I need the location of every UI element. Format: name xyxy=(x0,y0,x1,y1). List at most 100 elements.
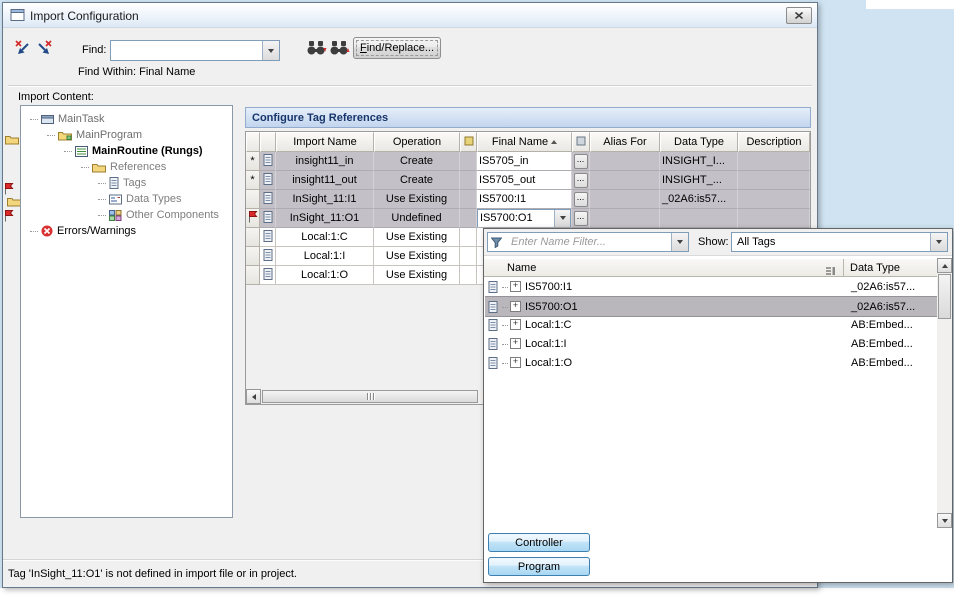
close-button[interactable] xyxy=(786,7,812,24)
alias-for-column-header[interactable]: Alias For xyxy=(590,132,660,152)
data-type-cell[interactable]: INSIGHT_I... xyxy=(660,152,738,171)
tag-list-item[interactable]: Local:1:C AB:Embed... xyxy=(485,315,937,334)
alias-for-cell[interactable] xyxy=(590,152,660,171)
alias-for-cell[interactable] xyxy=(590,209,660,228)
tag-list-item-selected[interactable]: IS5700:O1 _02A6:is57... xyxy=(485,296,937,317)
import-name-cell[interactable]: InSight_11:I1 xyxy=(276,190,374,209)
import-name-column-header[interactable]: Import Name xyxy=(276,132,374,152)
name-column-header[interactable]: Name xyxy=(507,262,536,274)
tree-item-maintask[interactable]: MainTask xyxy=(24,111,104,127)
operation-cell[interactable]: Use Existing xyxy=(374,190,460,209)
final-name-cell[interactable]: IS5705_in xyxy=(477,152,572,171)
grid-row[interactable]: InSight_11:O1 Undefined IS5700:O1 ... xyxy=(246,209,810,228)
folder-icon xyxy=(5,134,19,145)
operation-cell[interactable]: Undefined xyxy=(374,209,460,228)
show-dropdown-button[interactable] xyxy=(930,233,947,251)
final-name-cell[interactable]: IS5700:I1 xyxy=(477,190,572,209)
operation-column-header[interactable]: Operation xyxy=(374,132,460,152)
tag-icon-cell xyxy=(260,228,276,247)
final-name-cell: IS5700:O1 xyxy=(477,209,572,228)
find-combobox[interactable] xyxy=(110,40,280,61)
column-header-label: Description xyxy=(746,136,801,148)
expand-icon[interactable] xyxy=(510,281,521,292)
grid-row[interactable]: * insight11_out Create IS5705_out ... IN… xyxy=(246,171,810,190)
data-type-cell[interactable]: INSIGHT_... xyxy=(660,171,738,190)
operation-cell[interactable]: Create xyxy=(374,152,460,171)
find-previous-button[interactable] xyxy=(329,40,350,59)
alias-for-cell[interactable] xyxy=(590,190,660,209)
column-divider[interactable] xyxy=(843,259,844,277)
import-name-cell[interactable]: insight11_in xyxy=(276,152,374,171)
find-replace-button[interactable]: Find/Replace... xyxy=(353,37,441,59)
data-type-column-header[interactable]: Data Type xyxy=(660,132,738,152)
browse-button[interactable]: ... xyxy=(574,154,588,169)
expand-icon[interactable] xyxy=(510,357,521,368)
alias-for-cell[interactable] xyxy=(590,171,660,190)
tree-item-data-types[interactable]: Data Types xyxy=(24,191,181,207)
description-cell[interactable] xyxy=(738,209,810,228)
scrollbar-thumb[interactable] xyxy=(938,274,951,319)
description-column-header[interactable]: Description xyxy=(738,132,810,152)
browse-column-header[interactable] xyxy=(572,132,590,152)
description-cell[interactable] xyxy=(738,190,810,209)
final-name-combobox[interactable]: IS5700:O1 xyxy=(477,209,571,228)
tree-item-references[interactable]: References xyxy=(24,159,166,175)
filter-dropdown-button[interactable] xyxy=(671,233,688,251)
tag-list-item[interactable]: Local:1:O AB:Embed... xyxy=(485,353,937,372)
operation-cell[interactable]: Use Existing xyxy=(374,228,460,247)
program-button[interactable]: Program xyxy=(488,557,590,576)
operation-cell[interactable]: Use Existing xyxy=(374,266,460,285)
tree-item-mainprogram[interactable]: MainProgram xyxy=(24,127,142,143)
name-filter-combobox[interactable] xyxy=(487,232,689,252)
data-type-column-header[interactable]: Data Type xyxy=(850,262,900,274)
previous-marker-button[interactable] xyxy=(12,38,32,58)
browse-button[interactable]: ... xyxy=(574,192,588,207)
browse-button[interactable]: ... xyxy=(574,211,588,226)
name-filter-input[interactable] xyxy=(509,234,663,250)
column-header-label: Import Name xyxy=(293,136,357,148)
tag-list-item[interactable]: IS5700:I1 _02A6:is57... xyxy=(485,277,937,296)
background-window-fragment-top xyxy=(866,0,954,9)
tag-list-vertical-scrollbar[interactable] xyxy=(937,258,952,528)
marker-column-header[interactable] xyxy=(246,132,260,152)
find-input[interactable] xyxy=(113,45,259,60)
controller-button[interactable]: Controller xyxy=(488,533,590,552)
find-dropdown-button[interactable] xyxy=(262,41,279,60)
scroll-left-button[interactable] xyxy=(246,389,261,404)
operation-cell[interactable]: Create xyxy=(374,171,460,190)
tree-item-other-components[interactable]: Other Components xyxy=(24,207,219,223)
import-name-cell[interactable]: Local:1:O xyxy=(276,266,374,285)
tag-list-item[interactable]: Local:1:I AB:Embed... xyxy=(485,334,937,353)
scroll-up-button[interactable] xyxy=(937,258,952,273)
tree-item-tags[interactable]: Tags xyxy=(24,175,146,191)
expand-icon[interactable] xyxy=(510,301,521,312)
import-name-cell[interactable]: InSight_11:O1 xyxy=(276,209,374,228)
operation-cell[interactable]: Use Existing xyxy=(374,247,460,266)
final-name-icon-column-header[interactable] xyxy=(460,132,477,152)
import-name-cell[interactable]: Local:1:C xyxy=(276,228,374,247)
show-label: Show: xyxy=(698,236,729,248)
expand-icon[interactable] xyxy=(510,338,521,349)
browse-button[interactable]: ... xyxy=(574,173,588,188)
show-combobox[interactable]: All Tags xyxy=(731,232,948,252)
scroll-down-button[interactable] xyxy=(937,513,952,528)
find-next-button[interactable] xyxy=(306,40,327,59)
expand-icon[interactable] xyxy=(510,319,521,330)
tree-item-mainroutine[interactable]: MainRoutine (Rungs) xyxy=(24,143,203,159)
icon-column-header[interactable] xyxy=(260,132,276,152)
column-header-label: Final Name xyxy=(492,136,548,148)
next-marker-button[interactable] xyxy=(35,38,55,58)
final-name-dropdown-button[interactable] xyxy=(554,210,570,227)
description-cell[interactable] xyxy=(738,171,810,190)
import-name-cell[interactable]: insight11_out xyxy=(276,171,374,190)
scrollbar-thumb[interactable] xyxy=(262,390,478,403)
data-type-cell[interactable]: _02A6:is57... xyxy=(660,190,738,209)
description-cell[interactable] xyxy=(738,152,810,171)
grid-row[interactable]: InSight_11:I1 Use Existing IS5700:I1 ...… xyxy=(246,190,810,209)
final-name-cell[interactable]: IS5705_out xyxy=(477,171,572,190)
import-name-cell[interactable]: Local:1:I xyxy=(276,247,374,266)
grid-row[interactable]: * insight11_in Create IS5705_in ... INSI… xyxy=(246,152,810,171)
final-name-column-header[interactable]: Final Name xyxy=(477,132,572,152)
data-type-cell[interactable] xyxy=(660,209,738,228)
tree-item-errors-warnings[interactable]: Errors/Warnings xyxy=(24,223,136,239)
